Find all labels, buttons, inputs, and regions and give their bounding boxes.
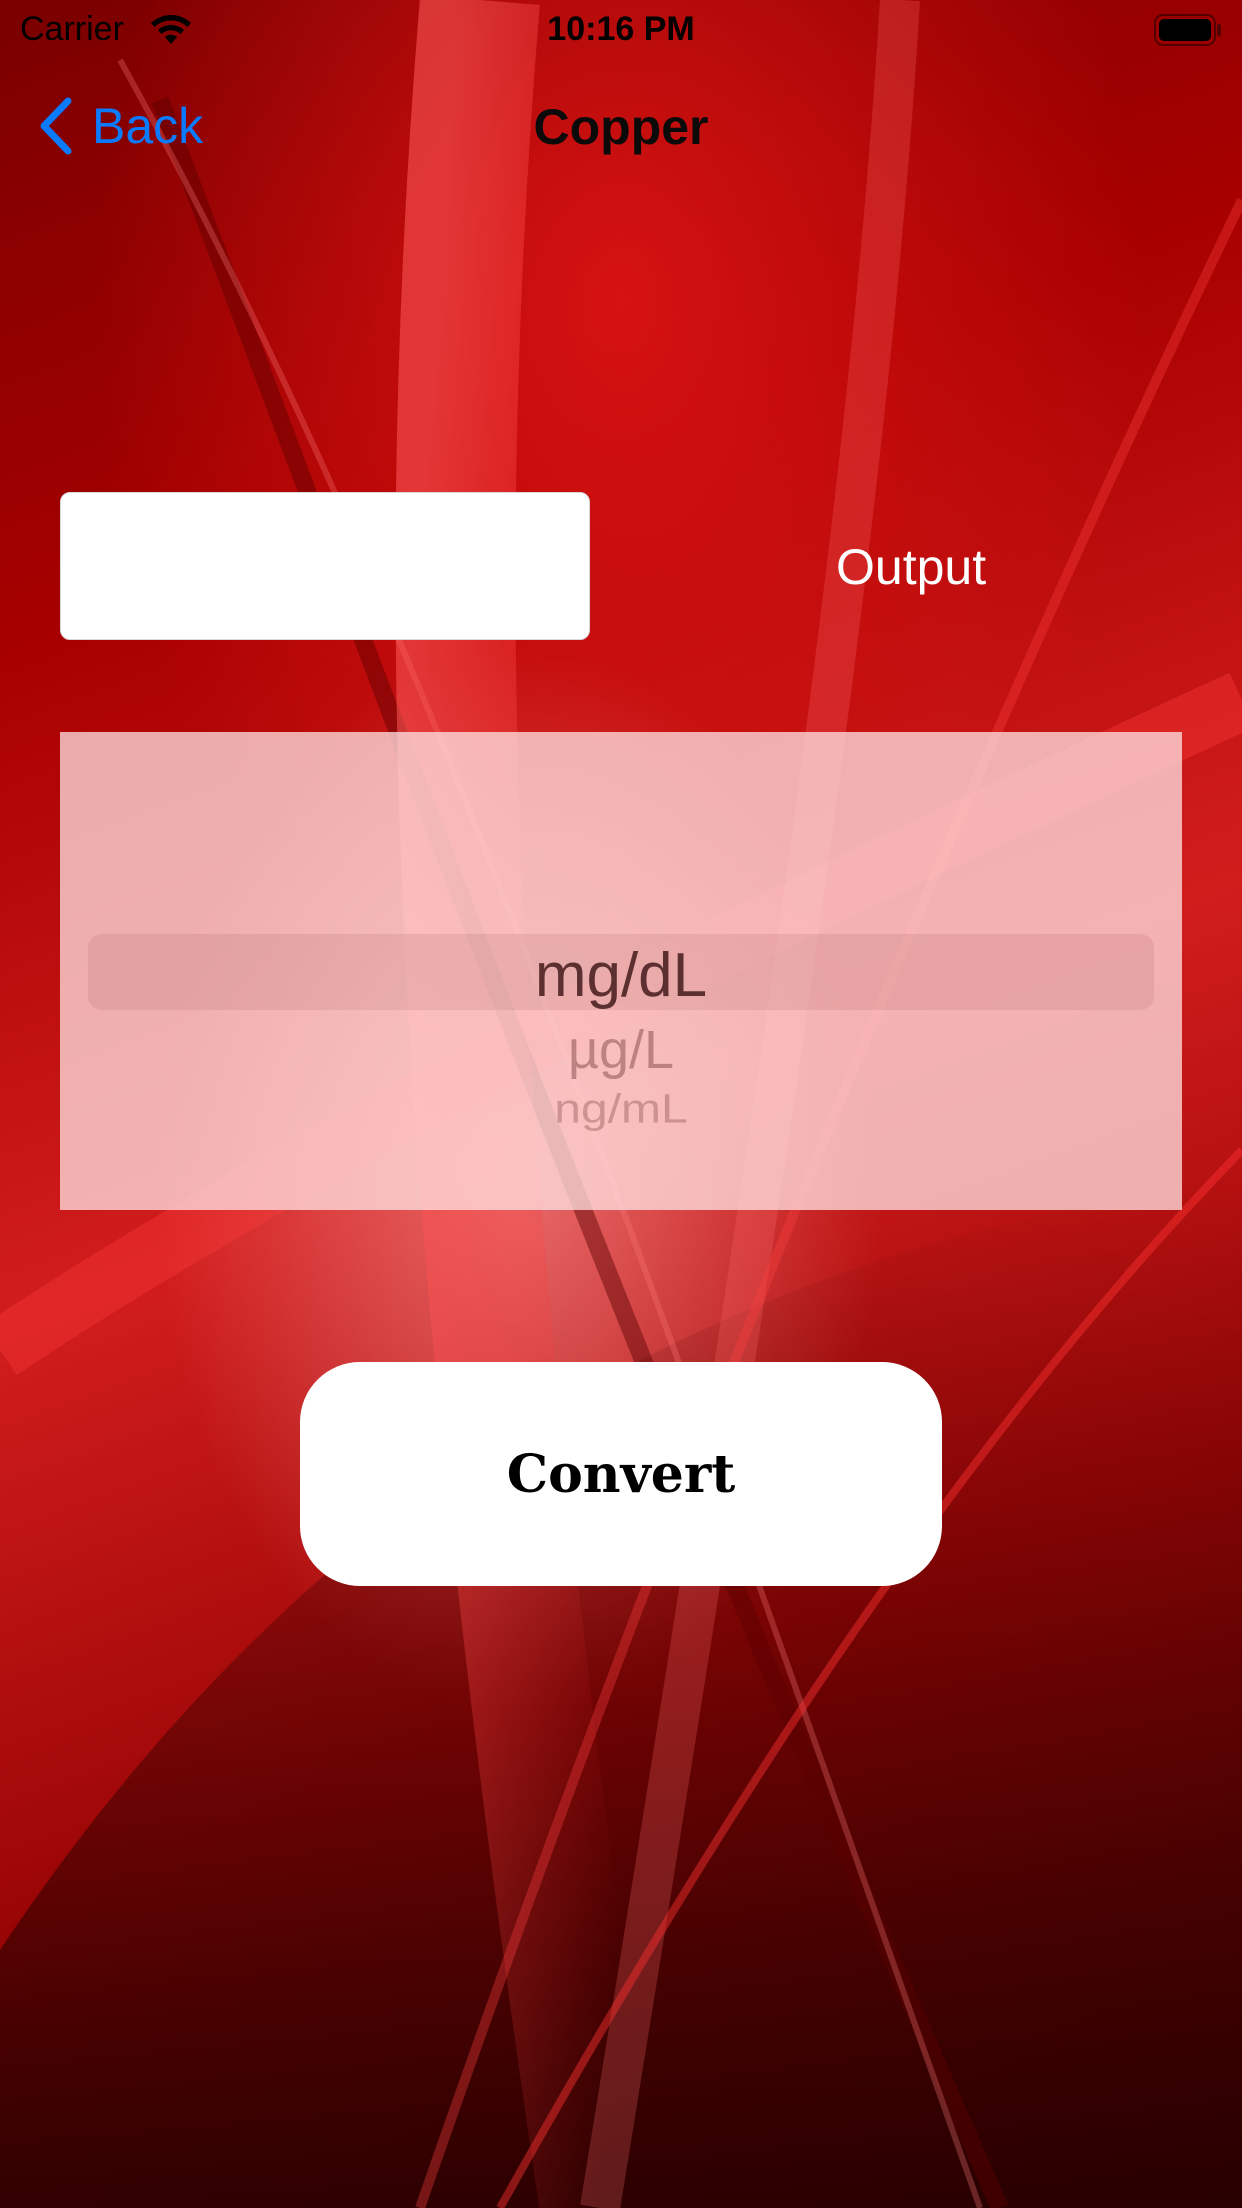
page-title: Copper (533, 99, 709, 155)
convert-button[interactable]: Convert (300, 1362, 942, 1586)
picker-option-mg-dl[interactable]: mg/dL (60, 940, 1182, 1011)
picker-option-ng-ml[interactable]: ng/mL (60, 1086, 1182, 1133)
status-bar: Carrier 10:16 PM (0, 0, 1242, 60)
status-time: 10:16 PM (547, 10, 695, 48)
screen: Carrier 10:16 PM Back Copper Output mg/d… (0, 0, 1242, 2208)
unit-picker[interactable]: mg/dL µg/L ng/mL (60, 732, 1182, 1210)
battery-icon (1154, 14, 1221, 46)
value-input[interactable] (60, 492, 590, 640)
picker-option-ug-l[interactable]: µg/L (60, 1019, 1182, 1081)
output-label: Output (836, 539, 987, 595)
